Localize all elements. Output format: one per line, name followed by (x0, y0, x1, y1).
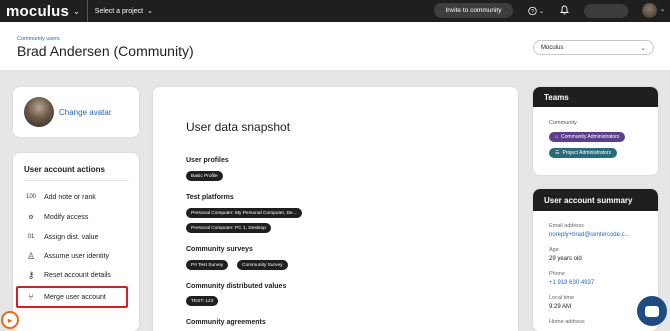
section-distributed-values: Community distributed values (186, 283, 287, 290)
user-data-snapshot-card: User data snapshot User profiles Basic P… (153, 87, 518, 331)
svg-text:?: ? (531, 9, 534, 15)
action-label: Assume user identity (44, 252, 109, 260)
action-reset-account[interactable]: ⚷ Reset account details (25, 269, 111, 281)
action-assign-dist-value[interactable]: 01 Assign dist. value (25, 231, 99, 243)
action-label: Add note or rank (44, 193, 96, 201)
summary-title: User account summary (533, 189, 658, 211)
user-account-actions-card: User account actions 100 Add note or ran… (13, 153, 139, 331)
action-label: Modify access (44, 213, 89, 221)
help-icon[interactable]: ? ⌄ (528, 5, 544, 17)
section-user-profiles: User profiles (186, 157, 229, 164)
dist-value-chip[interactable]: TEST: 123 (186, 296, 219, 306)
chevron-down-icon: ⌄ (640, 45, 646, 52)
key-icon: ⚷ (27, 269, 35, 280)
survey-chip[interactable]: Community Survey (237, 260, 288, 270)
team-label: Community Administrators (561, 134, 620, 140)
change-avatar-link[interactable]: Change avatar (59, 108, 111, 117)
chevron-down-icon[interactable]: ⌄ (73, 7, 80, 16)
action-label: Reset account details (44, 271, 111, 279)
bell-icon[interactable] (559, 5, 570, 17)
access-icon: ⚙ (28, 214, 34, 221)
teams-card: Teams Community ⌂ Community Administrato… (533, 87, 658, 175)
time-label: Local time (549, 295, 575, 301)
list-icon: ☰ (555, 150, 560, 156)
chat-icon[interactable] (637, 296, 667, 326)
home-address-label: Home address (549, 319, 585, 325)
help-widget-icon[interactable]: ▸ (1, 311, 19, 329)
snapshot-title: User data snapshot (186, 120, 291, 134)
team-label: Project Administrators (562, 150, 612, 156)
time-value: 9:29 AM (549, 304, 572, 310)
email-label: Email address (549, 223, 584, 229)
chevron-down-icon: ⌄ (147, 8, 153, 15)
project-select[interactable]: Select a project ⌄ (94, 7, 153, 16)
action-assume-identity[interactable]: ♙ Assume user identity (25, 250, 109, 262)
organization-select-value: Moculus (541, 44, 564, 51)
note-icon: 100 (25, 194, 36, 200)
survey-chip[interactable]: PII Test Survey (186, 260, 229, 270)
chevron-down-icon[interactable]: ⌄ (660, 6, 665, 13)
avatar[interactable] (642, 3, 657, 18)
divider (24, 180, 129, 181)
team-chip-community-administrators[interactable]: ⌂ Community Administrators (549, 132, 626, 142)
user-identity-icon: ♙ (26, 250, 36, 261)
binary-icon: 01 (27, 234, 35, 240)
page-title: Brad Andersen (Community) (17, 43, 194, 59)
page-header: Community users Brad Andersen (Community… (0, 22, 670, 70)
section-test-platforms: Test platforms (186, 194, 234, 201)
action-modify-access[interactable]: ⚙ Modify access (25, 211, 88, 223)
invite-to-community-button[interactable]: Invite to community (434, 3, 513, 18)
section-community-agreements: Community agreements (186, 319, 266, 326)
logo[interactable]: moculus (6, 3, 69, 20)
highlight-box (16, 286, 128, 308)
age-value: 29 years old (549, 256, 582, 262)
section-community-surveys: Community surveys (186, 246, 253, 253)
action-add-note[interactable]: 100 Add note or rank (25, 191, 96, 203)
breadcrumb[interactable]: Community users (17, 36, 60, 42)
action-label: Assign dist. value (44, 233, 99, 241)
home-icon: ⌂ (555, 134, 559, 140)
organization-select[interactable]: Moculus ⌄ (533, 40, 654, 55)
teams-subtitle: Community (549, 120, 577, 126)
user-avatar (24, 97, 54, 127)
phone-value[interactable]: +1 918 630 4937 (549, 280, 594, 286)
age-label: Age (549, 247, 559, 253)
avatar-card: Change avatar (13, 87, 139, 137)
team-chip-project-administrators[interactable]: ☰ Project Administrators (549, 148, 618, 158)
platform-chip[interactable]: Personal Computer: My Personal Computer,… (186, 208, 302, 218)
email-value[interactable]: noreply+brad@centercode.c... (549, 232, 630, 238)
actions-title: User account actions (24, 165, 105, 174)
phone-label: Phone (549, 271, 565, 277)
search-input[interactable] (584, 4, 628, 18)
top-navigation-bar: moculus ⌄ Select a project ⌄ (0, 0, 670, 22)
profile-chip[interactable]: Basic Profile (186, 171, 223, 181)
platform-chip[interactable]: Personal Computer: PC 1, Desktop (186, 223, 271, 233)
divider (86, 0, 88, 22)
teams-title: Teams (533, 87, 658, 107)
project-select-label: Select a project (94, 7, 144, 15)
